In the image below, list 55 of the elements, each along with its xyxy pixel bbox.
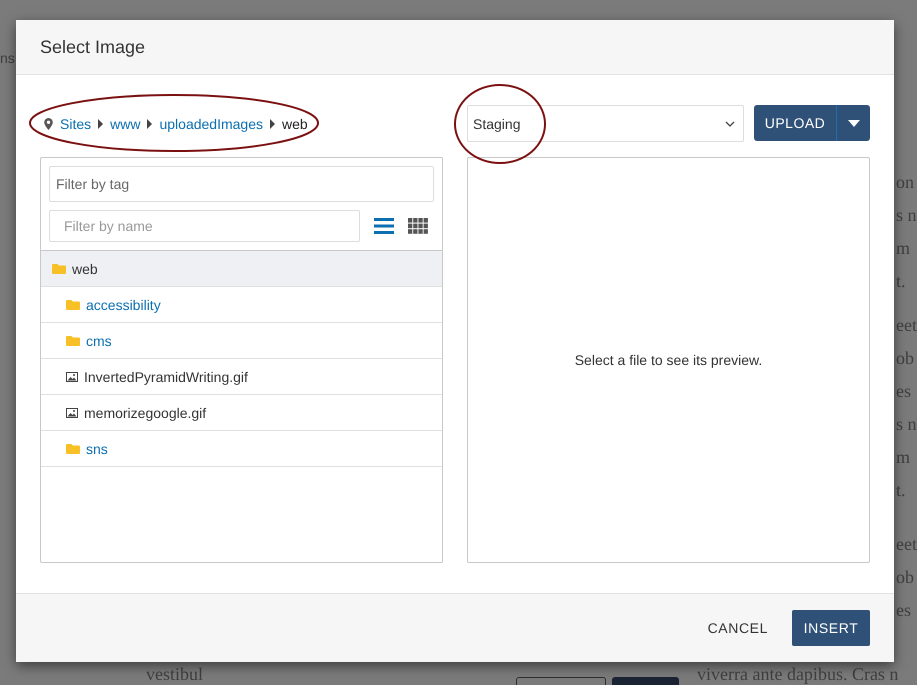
location-pin-icon [44, 118, 53, 130]
page-text: t. [896, 271, 906, 292]
list-view-icon[interactable] [374, 218, 394, 234]
page-text: vestibul [146, 664, 203, 685]
cancel-button[interactable]: CANCEL [698, 610, 778, 646]
folder-name: cms [86, 332, 112, 348]
caret-down-icon [848, 120, 860, 126]
tree-row[interactable]: web [41, 251, 442, 287]
folder-name: accessibility [86, 296, 161, 312]
page-text: t. [896, 480, 906, 501]
tree-row[interactable]: memorizegoogle.gif [41, 395, 442, 431]
page-text: ob [896, 348, 914, 369]
folder-icon [66, 335, 80, 346]
tag-filter-field[interactable]: Filter by tag [49, 166, 434, 202]
folder-name: web [72, 260, 98, 276]
page-text: m [896, 447, 910, 468]
tree-row[interactable]: cms [41, 323, 442, 359]
breadcrumb-current: web [282, 116, 308, 132]
breadcrumb-link[interactable]: Sites [60, 116, 92, 132]
dialog-title: Select Image [40, 36, 146, 58]
environment-select[interactable]: Staging [467, 105, 744, 142]
page-text: s n [896, 414, 917, 435]
chevron-down-icon [725, 120, 735, 126]
folder-icon [66, 299, 80, 310]
tree-row[interactable]: InvertedPyramidWriting.gif [41, 359, 442, 395]
page-text: viverra ante dapibus. Cras n [697, 664, 898, 685]
page-text: es [896, 600, 911, 621]
file-name: memorizegoogle.gif [84, 404, 206, 420]
caret-icon [147, 118, 152, 128]
file-name: InvertedPyramidWriting.gif [84, 368, 248, 384]
tree-row[interactable]: accessibility [41, 287, 442, 323]
folder-name: sns [86, 440, 108, 456]
page-text: ob [896, 567, 914, 588]
image-icon [66, 372, 78, 382]
name-filter-field[interactable]: Filter by name [49, 210, 360, 242]
page-text: eet [896, 534, 917, 555]
page-text: eet [896, 315, 917, 336]
folder-icon [66, 443, 80, 454]
insert-button[interactable]: INSERT [792, 610, 870, 646]
upload-button[interactable]: UPLOAD [754, 105, 836, 141]
folder-icon [52, 263, 66, 274]
image-icon [66, 408, 78, 418]
page-text: ns [0, 50, 15, 66]
caret-icon [270, 118, 275, 128]
breadcrumb-link[interactable]: uploadedImages [159, 116, 263, 132]
page-text: s n [896, 205, 917, 226]
page-text: on [896, 172, 914, 193]
upload-menu-button[interactable] [836, 105, 870, 141]
breadcrumb-link[interactable]: www [110, 116, 140, 132]
page-text: es [896, 381, 911, 402]
grid-view-icon[interactable] [408, 218, 428, 234]
caret-icon [98, 118, 104, 128]
preview-message: Select a file to see its preview. [574, 352, 762, 368]
page-text: m [896, 238, 910, 259]
tree-row[interactable]: sns [41, 431, 442, 467]
